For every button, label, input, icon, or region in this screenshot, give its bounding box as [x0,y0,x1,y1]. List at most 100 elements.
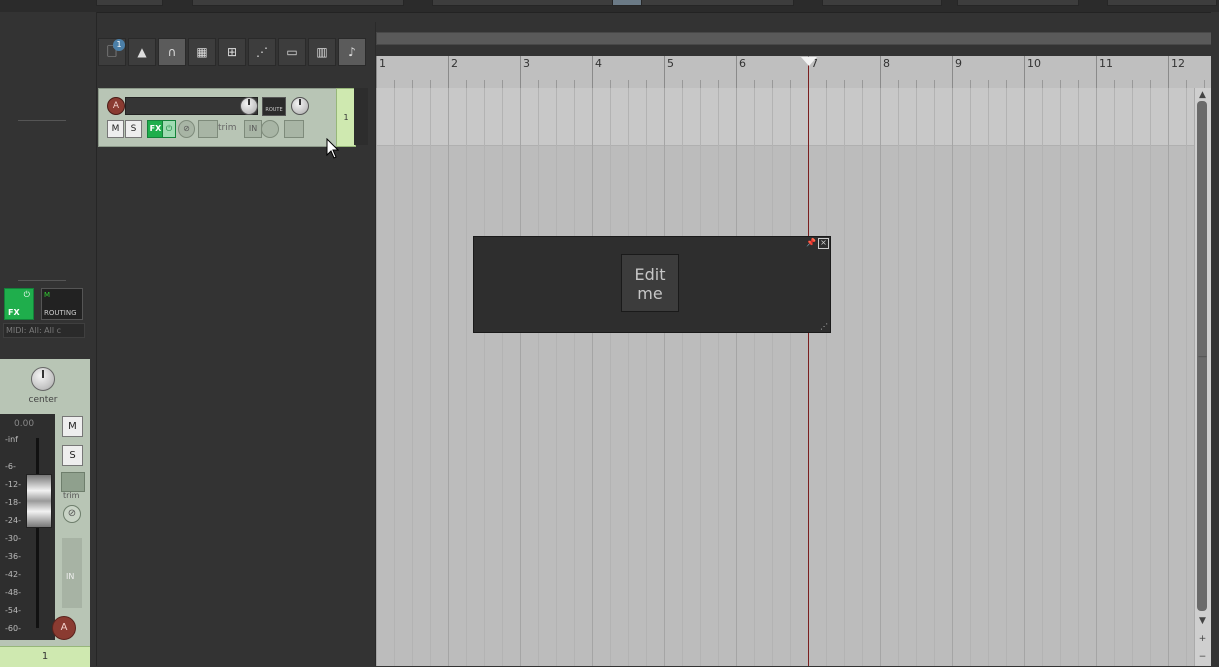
track-phase-icon[interactable]: ⊘ [178,120,195,138]
meter-scale-label: -60- [5,624,21,633]
edit-me-button[interactable]: Edit me [621,254,679,312]
ruler-beat-tick [898,80,899,88]
fx-power-icon[interactable]: ⏻ [24,290,30,300]
playhead-marker[interactable] [801,57,817,66]
mixer-solo-button[interactable]: S [62,445,83,466]
grid-bar-line [520,88,521,666]
track-mute-button[interactable]: M [107,120,124,138]
ruler-beat-tick [538,80,539,88]
zoom-marker-icon[interactable]: — [1197,352,1208,362]
meter-scale-label: -12- [5,480,21,489]
grid-beat-line [484,88,485,666]
transport-segment[interactable] [192,0,404,6]
zoom-in-icon[interactable]: + [1197,634,1208,644]
track-record-arm-button[interactable]: A [107,97,125,115]
grid-beat-line [502,88,503,666]
track-io-icon[interactable] [284,120,304,138]
pan-knob[interactable] [31,367,55,391]
ruler-bar-tick [520,56,521,88]
grid-beat-line [574,88,575,666]
timeline-segment[interactable] [957,0,1079,6]
grid-bar-line [736,88,737,666]
ruler-bar-tick [880,56,881,88]
grid-bar-line [880,88,881,666]
ruler-bar-tick [736,56,737,88]
transport-segment[interactable] [96,0,163,6]
envelope-icon[interactable]: ⋰ [248,38,276,66]
ruler-beat-tick [502,80,503,88]
lock-icon[interactable]: ♪ [338,38,366,66]
grid-beat-line [862,88,863,666]
film-strip-icon[interactable]: ▥ [308,38,336,66]
meter-scale-label: -54- [5,606,21,615]
top-toolbar-strip [0,0,1219,13]
selected-segment[interactable] [612,0,642,6]
phase-invert-icon[interactable]: ⊘ [63,505,81,523]
ruler-beat-tick [1186,80,1187,88]
volume-fader[interactable] [26,474,52,528]
dock-separator [18,280,66,281]
playhead[interactable] [808,60,809,666]
resize-grip-icon[interactable]: ⋰ [820,322,828,331]
track-fx-power-icon[interactable]: ⏻ [162,120,176,138]
pin-icon[interactable]: 📌 [806,238,816,247]
arrange-empty-area[interactable] [376,146,1194,666]
scroll-up-icon[interactable]: ▲ [1197,90,1208,100]
ruler-beat-tick [970,80,971,88]
timeline-segment[interactable] [1107,0,1217,6]
mixer-fx-button[interactable]: ⏻ FX [4,288,34,320]
ruler-bar-tick [1024,56,1025,88]
ruler-bar-tick [592,56,593,88]
ruler-bar-tick [952,56,953,88]
window-right-edge [1211,12,1219,666]
zoom-out-icon[interactable]: − [1197,652,1208,662]
grid-bar-line [592,88,593,666]
ruler-beat-tick [1204,80,1205,88]
track-envelope-icon[interactable] [198,120,218,138]
routing-matrix-icon[interactable]: ▦ [188,38,216,66]
snap-magnet-icon[interactable]: ∩ [158,38,186,66]
ruler-bar-label: 4 [595,57,602,70]
mixer-track-number[interactable]: 1 [0,646,90,667]
grid-beat-line [628,88,629,666]
track-panel-edge [354,88,368,145]
track-solo-button[interactable]: S [125,120,142,138]
notification-badge: 1 [113,39,125,51]
metronome-icon[interactable]: ▲ [128,38,156,66]
close-icon[interactable]: × [818,238,829,249]
track-lane[interactable] [376,88,1194,146]
grid-bar-line [376,88,377,666]
ruler-bar-label: 12 [1171,57,1185,70]
mixer-mute-button[interactable]: M [62,416,83,437]
ruler-beat-tick [700,80,701,88]
track-volume-knob[interactable] [240,97,258,115]
grid-beat-line [916,88,917,666]
envelope-button[interactable] [61,472,85,492]
performance-meter-icon[interactable]: ▭ [278,38,306,66]
ruler-beat-tick [1006,80,1007,88]
track-route-button[interactable]: ROUTE [262,97,286,116]
ruler-beat-tick [790,80,791,88]
dock-separator [18,120,66,121]
grid-icon[interactable]: ⊞ [218,38,246,66]
track-name-field[interactable] [125,97,258,115]
ruler-beat-tick [466,80,467,88]
horizontal-scrollbar[interactable] [376,32,1213,45]
ruler-bar-label: 2 [451,57,458,70]
mixer-routing-label: ROUTING [44,309,77,317]
mixer-routing-button[interactable]: M ROUTING [41,288,83,320]
grid-beat-line [412,88,413,666]
scroll-down-icon[interactable]: ▼ [1197,616,1208,626]
track-pan-knob[interactable] [291,97,309,115]
ruler-bar-tick [1168,56,1169,88]
dock-divider[interactable] [96,12,97,666]
track-input-button[interactable]: IN [244,120,262,138]
grid-beat-line [610,88,611,666]
timeline-segment[interactable] [822,0,942,6]
track-input-dropdown-icon[interactable] [261,120,279,138]
ruler-bar-label: 11 [1099,57,1113,70]
mixer-record-arm-button[interactable]: A [52,616,76,640]
grid-bar-line [448,88,449,666]
midi-input-select[interactable]: MIDI: All: All c [3,323,85,338]
ruler-bar-tick [448,56,449,88]
